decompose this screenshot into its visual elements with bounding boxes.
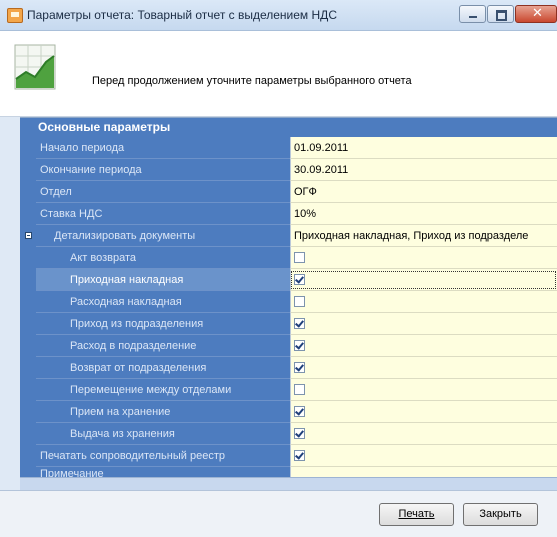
issue-to-division-checkbox[interactable] [294,340,305,351]
row-label: Возврат от подразделения [36,357,290,379]
close-button-label: Закрыть [479,508,522,520]
department-value[interactable]: ОГФ [290,181,557,203]
focus-rectangle [291,271,556,289]
grid-row-receive-storage[interactable]: Прием на хранение [20,401,557,423]
grid-row-department[interactable]: Отдел ОГФ [20,181,557,203]
property-grid[interactable]: Основные параметры Начало периода 01.09.… [20,117,557,478]
row-gutter [20,379,36,401]
outgoing-invoice-checkbox[interactable] [294,296,305,307]
close-window-button[interactable]: ✕ [515,5,557,23]
row-label: Акт возврата [36,247,290,269]
row-label: Расход в подразделение [36,335,290,357]
return-act-checkbox[interactable] [294,252,305,263]
minimize-button[interactable] [459,5,486,23]
row-gutter [20,423,36,445]
detail-documents-value[interactable]: Приходная накладная, Приход из подраздел… [290,225,557,247]
category-header: Основные параметры [20,118,557,137]
row-label: Отдел [36,181,290,203]
window-title: Параметры отчета: Товарный отчет с выдел… [27,8,337,22]
row-label: Выдача из хранения [36,423,290,445]
grid-row-return-from-division[interactable]: Возврат от подразделения [20,357,557,379]
left-margin [0,117,20,490]
grid-row-return-act[interactable]: Акт возврата [20,247,557,269]
row-value [290,445,557,467]
grid-description-area [20,477,557,490]
period-end-value[interactable]: 30.09.2011 [290,159,557,181]
return-from-division-checkbox[interactable] [294,362,305,373]
row-gutter [20,401,36,423]
category-label: Основные параметры [38,120,171,134]
grid-row-release-storage[interactable]: Выдача из хранения [20,423,557,445]
row-label: Приходная накладная [36,269,290,291]
row-gutter [20,181,36,203]
header-message: Перед продолжением уточните параметры вы… [92,75,412,87]
row-label: Начало периода [36,137,290,159]
release-storage-checkbox[interactable] [294,428,305,439]
row-label: Детализировать документы [36,225,290,247]
close-icon: ✕ [532,6,543,21]
grid-row-incoming-invoice[interactable]: Приходная накладная [20,269,557,291]
app-icon [7,8,23,23]
report-parameters-window: Параметры отчета: Товарный отчет с выдел… [0,0,557,537]
row-gutter [20,445,36,467]
grid-row-detail-documents[interactable]: Детализировать документы Приходная накла… [20,225,557,247]
grid-row-period-start[interactable]: Начало периода 01.09.2011 [20,137,557,159]
row-label: Расходная накладная [36,291,290,313]
row-gutter [20,247,36,269]
vat-rate-value[interactable]: 10% [290,203,557,225]
row-value [290,313,557,335]
collapse-icon[interactable] [25,232,32,239]
row-label: Печатать сопроводительный реестр [36,445,290,467]
row-value [290,247,557,269]
row-gutter [20,269,36,291]
title-bar[interactable]: Параметры отчета: Товарный отчет с выдел… [0,0,557,31]
row-label: Окончание периода [36,159,290,181]
print-button[interactable]: Печать [379,503,454,526]
row-gutter [20,159,36,181]
dialog-footer: Печать Закрыть [0,490,557,537]
grid-row-transfer-between-departments[interactable]: Перемещение между отделами [20,379,557,401]
row-gutter [20,203,36,225]
row-value [290,423,557,445]
row-value [290,401,557,423]
print-button-label: Печать [398,508,435,520]
row-gutter [20,357,36,379]
dialog-header: Перед продолжением уточните параметры вы… [0,31,557,117]
close-button[interactable]: Закрыть [463,503,538,526]
row-value [290,357,557,379]
print-registry-checkbox[interactable] [294,450,305,461]
grid-row-print-registry[interactable]: Печатать сопроводительный реестр [20,445,557,467]
row-gutter [20,291,36,313]
row-gutter [20,335,36,357]
grid-row-outgoing-invoice[interactable]: Расходная накладная [20,291,557,313]
maximize-button[interactable] [487,5,514,23]
row-label: Приход из подразделения [36,313,290,335]
grid-row-receipt-from-division[interactable]: Приход из подразделения [20,313,557,335]
incoming-invoice-checkbox[interactable] [294,274,305,285]
transfer-between-departments-checkbox[interactable] [294,384,305,395]
row-value [290,379,557,401]
grid-row-vat-rate[interactable]: Ставка НДС 10% [20,203,557,225]
period-start-value[interactable]: 01.09.2011 [290,137,557,159]
grid-row-issue-to-division[interactable]: Расход в подразделение [20,335,557,357]
row-label: Ставка НДС [36,203,290,225]
row-value [290,291,557,313]
row-gutter [20,313,36,335]
chart-icon [14,44,56,90]
grid-row-period-end[interactable]: Окончание периода 30.09.2011 [20,159,557,181]
row-value [290,335,557,357]
row-label: Прием на хранение [36,401,290,423]
receive-storage-checkbox[interactable] [294,406,305,417]
row-label: Перемещение между отделами [36,379,290,401]
row-gutter [20,137,36,159]
receipt-from-division-checkbox[interactable] [294,318,305,329]
